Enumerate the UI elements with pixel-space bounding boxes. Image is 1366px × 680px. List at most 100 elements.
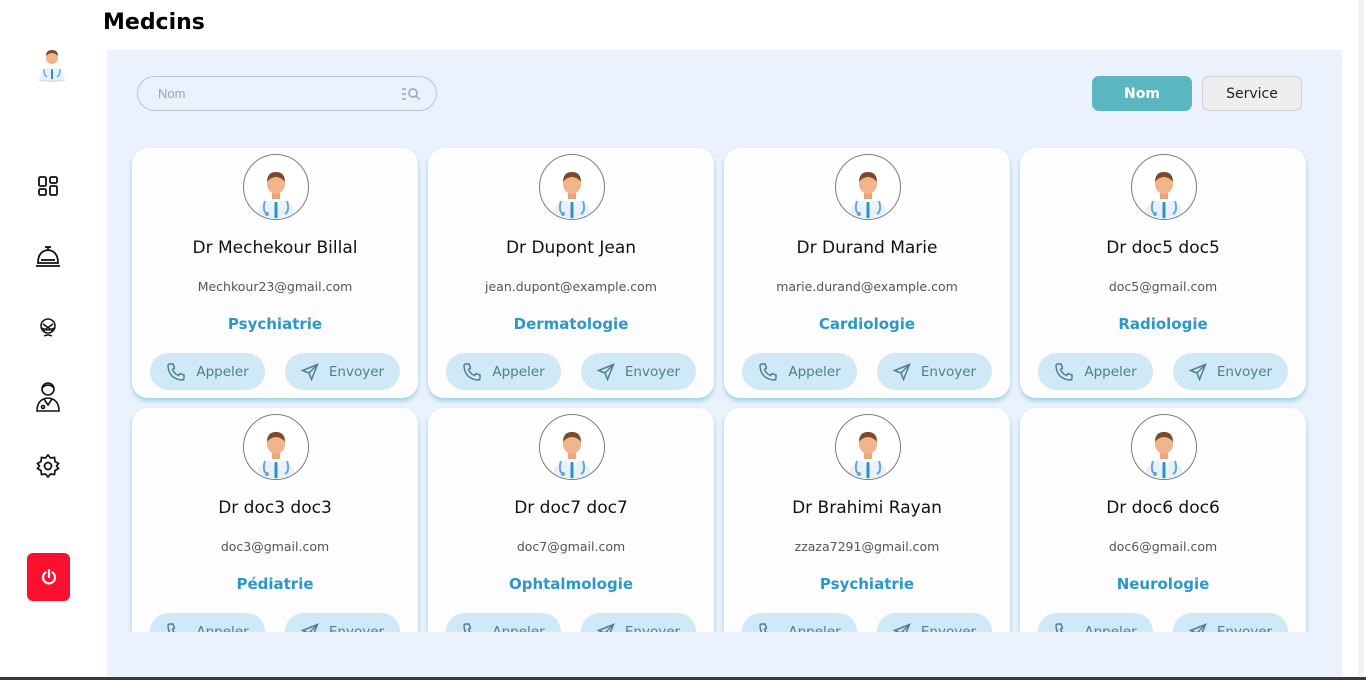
doctor-avatar — [243, 414, 309, 480]
send-label: Envoyer — [920, 363, 977, 380]
doctor-avatar-icon — [848, 172, 888, 219]
doctor-service: Neurologie — [1116, 575, 1210, 593]
send-button[interactable]: Envoyer — [877, 613, 992, 632]
doctor-email: doc5@gmail.com — [1108, 279, 1218, 294]
call-button[interactable]: Appeler — [446, 613, 561, 632]
phone-icon — [1055, 362, 1074, 381]
doctor-avatar-icon — [552, 432, 592, 479]
call-button[interactable]: Appeler — [742, 613, 857, 632]
doctor-card[interactable]: Dr doc3 doc3 doc3@gmail.com Pédiatrie Ap… — [132, 408, 418, 632]
doctor-name: Dr doc7 doc7 — [514, 498, 628, 518]
send-icon — [300, 362, 319, 381]
send-button[interactable]: Envoyer — [877, 353, 992, 390]
doctor-name: Dr Dupont Jean — [505, 238, 637, 258]
app-root: Medcins Nom Service — [0, 0, 1366, 680]
doctor-avatar — [835, 154, 901, 220]
doctor-card[interactable]: Dr Mechekour Billal Mechkour23@gmail.com… — [132, 148, 418, 398]
doctor-card[interactable]: Dr Durand Marie marie.durand@example.com… — [724, 148, 1010, 398]
send-button[interactable]: Envoyer — [1173, 353, 1288, 390]
phone-icon — [463, 622, 472, 632]
dashboard-grid-icon[interactable] — [32, 170, 64, 202]
patient-mask-icon[interactable] — [32, 311, 64, 343]
call-label: Appeler — [492, 623, 545, 633]
phone-icon — [759, 362, 778, 381]
send-icon — [892, 622, 911, 632]
send-button[interactable]: Envoyer — [285, 353, 400, 390]
doctor-avatar — [1131, 414, 1197, 480]
send-label: Envoyer — [624, 363, 681, 380]
doctor-email: zzaza7291@gmail.com — [794, 539, 940, 554]
send-button[interactable]: Envoyer — [1173, 613, 1288, 632]
send-label: Envoyer — [920, 623, 977, 633]
doctor-avatar-icon — [256, 432, 296, 479]
settings-gear-icon[interactable] — [32, 450, 64, 482]
send-label: Envoyer — [624, 623, 681, 633]
doctor-card[interactable]: Dr doc5 doc5 doc5@gmail.com Radiologie A… — [1020, 148, 1306, 398]
phone-icon — [1055, 622, 1064, 632]
doctor-card[interactable]: Dr doc6 doc6 doc6@gmail.com Neurologie A… — [1020, 408, 1306, 632]
doctor-service: Psychiatrie — [819, 575, 915, 593]
send-icon — [596, 622, 615, 632]
send-icon — [892, 362, 911, 381]
doctor-email: doc3@gmail.com — [220, 539, 330, 554]
send-button[interactable]: Envoyer — [285, 613, 400, 632]
doctor-avatar — [1131, 154, 1197, 220]
call-button[interactable]: Appeler — [446, 353, 561, 390]
search-input[interactable] — [158, 86, 400, 101]
send-icon — [596, 362, 615, 381]
service-bell-icon[interactable] — [32, 240, 64, 272]
doctor-name: Dr doc6 doc6 — [1106, 498, 1220, 518]
filter-nom-button[interactable]: Nom — [1092, 76, 1192, 111]
filter-service-button[interactable]: Service — [1202, 76, 1302, 111]
phone-icon — [167, 622, 176, 632]
main-panel: Nom Service Dr Mechekour Billal Mechkour… — [107, 50, 1342, 680]
send-icon — [1188, 622, 1207, 632]
doctor-avatar-icon — [34, 42, 70, 82]
call-button[interactable]: Appeler — [150, 613, 265, 632]
send-icon — [300, 622, 319, 632]
call-button[interactable]: Appeler — [742, 353, 857, 390]
doctor-name: Dr doc5 doc5 — [1106, 238, 1220, 258]
doctor-avatar-icon — [256, 172, 296, 219]
call-label: Appeler — [1084, 623, 1137, 633]
search-bar[interactable] — [137, 76, 437, 111]
call-button[interactable]: Appeler — [150, 353, 265, 390]
doctor-service: Dermatologie — [513, 315, 629, 333]
call-label: Appeler — [788, 623, 841, 633]
doctor-grid: Dr Mechekour Billal Mechkour23@gmail.com… — [127, 145, 1342, 632]
doctor-service: Ophtalmologie — [508, 575, 634, 593]
call-label: Appeler — [196, 623, 249, 633]
page-title: Medcins — [103, 10, 205, 35]
send-button[interactable]: Envoyer — [581, 613, 696, 632]
doctor-card[interactable]: Dr Brahimi Rayan zzaza7291@gmail.com Psy… — [724, 408, 1010, 632]
call-button[interactable]: Appeler — [1038, 353, 1153, 390]
call-label: Appeler — [1084, 363, 1137, 380]
doctor-icon[interactable] — [32, 380, 64, 412]
doctor-card[interactable]: Dr doc7 doc7 doc7@gmail.com Ophtalmologi… — [428, 408, 714, 632]
call-button[interactable]: Appeler — [1038, 613, 1153, 632]
scrollbar[interactable] — [1342, 0, 1366, 680]
doctor-name: Dr Brahimi Rayan — [792, 498, 942, 518]
doctor-email: doc7@gmail.com — [516, 539, 626, 554]
doctor-avatar — [539, 154, 605, 220]
doctor-avatar-icon — [848, 432, 888, 479]
doctor-email: marie.durand@example.com — [776, 279, 958, 294]
doctor-avatar-icon — [1144, 172, 1184, 219]
doctor-avatar — [539, 414, 605, 480]
send-label: Envoyer — [328, 363, 385, 380]
doctor-email: jean.dupont@example.com — [485, 279, 657, 294]
phone-icon — [759, 622, 768, 632]
logout-button[interactable] — [27, 553, 70, 601]
send-label: Envoyer — [1216, 363, 1273, 380]
doctor-name: Dr doc3 doc3 — [218, 498, 332, 518]
doctor-avatar — [835, 414, 901, 480]
call-label: Appeler — [492, 363, 545, 380]
doctor-service: Psychiatrie — [227, 315, 323, 333]
doctor-service: Radiologie — [1118, 315, 1208, 333]
doctor-service: Pédiatrie — [236, 575, 314, 593]
send-button[interactable]: Envoyer — [581, 353, 696, 390]
search-filter-icon[interactable] — [400, 86, 422, 102]
doctor-service: Cardiologie — [818, 315, 916, 333]
doctor-card[interactable]: Dr Dupont Jean jean.dupont@example.com D… — [428, 148, 714, 398]
call-label: Appeler — [788, 363, 841, 380]
